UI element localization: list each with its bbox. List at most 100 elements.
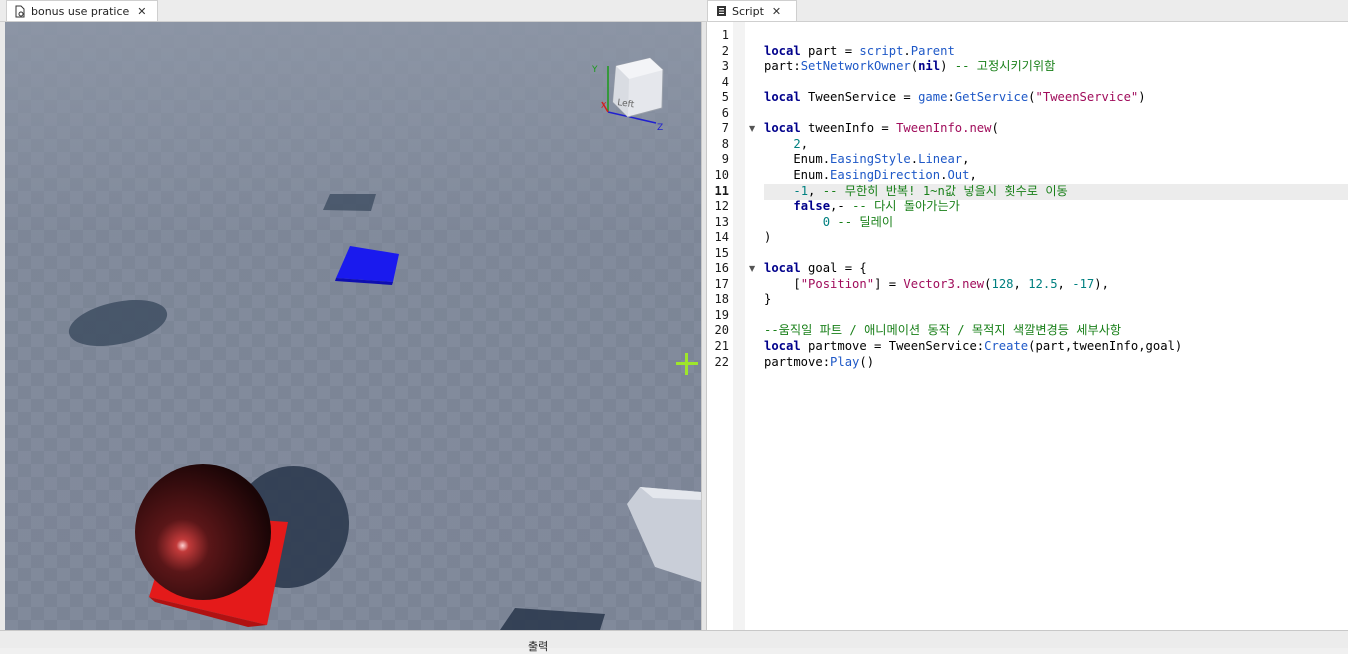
code-token: [ (764, 277, 801, 291)
line-number: 15 (714, 246, 729, 260)
code-token: 12.5 (1028, 277, 1058, 291)
fold-toggle-icon[interactable]: ▼ (749, 121, 759, 136)
code-token: part = (800, 44, 860, 58)
line-number: 8 (721, 137, 729, 151)
code-token: partmove: (764, 355, 831, 369)
code-token: EasingStyle (830, 152, 911, 166)
code-token: ( (991, 121, 999, 135)
code-token: } (764, 292, 772, 306)
code-line[interactable] (764, 28, 1348, 43)
line-number: 3 (721, 59, 729, 73)
code-token: , (808, 184, 823, 198)
close-icon[interactable]: ✕ (772, 5, 781, 18)
code-token: , (969, 168, 977, 182)
code-token: EasingDirection (830, 168, 941, 182)
close-icon[interactable]: ✕ (137, 5, 146, 18)
code-token: ), (1094, 277, 1109, 291)
line-number: 2 (721, 44, 729, 58)
3d-viewport[interactable]: Left Y X Z (5, 22, 701, 630)
code-line[interactable]: local part = script.Parent (764, 44, 1348, 59)
code-token: ] = (874, 277, 904, 291)
code-line[interactable]: Enum.EasingDirection.Out, (764, 168, 1348, 183)
script-document-icon (714, 4, 728, 18)
code-token: 2 (793, 137, 801, 151)
code-line[interactable] (764, 308, 1348, 323)
axis-label-x: X (601, 101, 607, 110)
code-token: ,- (830, 199, 853, 213)
code-line[interactable]: 0 -- 딜레이 (764, 215, 1348, 230)
code-token: . (903, 44, 911, 58)
code-token: part: (764, 59, 801, 73)
line-number: 5 (721, 90, 729, 104)
code-line[interactable]: --움직일 파트 / 애니메이션 동작 / 목적지 색깔변경등 세부사항 (764, 323, 1348, 338)
code-token: , (1013, 277, 1029, 291)
code-line[interactable]: local TweenService = game:GetService("Tw… (764, 90, 1348, 105)
line-number: 22 (714, 355, 729, 369)
code-token: Enum. (764, 152, 831, 166)
code-line[interactable]: local tweenInfo = TweenInfo.new( (764, 121, 1348, 136)
code-token: ( (910, 59, 919, 73)
axis-label-y: Y (591, 65, 598, 75)
code-token: script (859, 44, 904, 58)
code-token: Linear (918, 152, 963, 166)
line-number: 19 (714, 308, 729, 322)
fold-toggle-icon[interactable]: ▼ (749, 261, 759, 276)
code-line[interactable]: Enum.EasingStyle.Linear, (764, 152, 1348, 167)
place-document-icon (13, 4, 27, 18)
code-line[interactable]: local partmove = TweenService:Create(par… (764, 339, 1348, 354)
line-number: 9 (721, 152, 729, 166)
line-number: 21 (714, 339, 729, 353)
code-token: ( (1028, 90, 1036, 104)
code-token: Parent (910, 44, 955, 58)
code-token: tweenInfo = (800, 121, 897, 135)
tab-place-bonus-use-pratice[interactable]: bonus use pratice ✕ (6, 0, 158, 21)
code-line[interactable] (764, 75, 1348, 90)
code-line[interactable]: -1, -- 무한히 반복! 1~n값 넣을시 횟수로 이동 (764, 184, 1348, 199)
code-line[interactable]: false,- -- 다시 돌아가는가 (764, 199, 1348, 214)
code-token: , (800, 137, 809, 151)
line-number: 11 (714, 184, 729, 198)
output-panel-header[interactable]: 출력 (0, 630, 1348, 653)
code-token: : (947, 90, 955, 104)
code-line[interactable]: ) (764, 230, 1348, 245)
line-number: 12 (714, 199, 729, 213)
code-token: partmove = TweenService: (800, 339, 985, 353)
code-token: "TweenService" (1035, 90, 1139, 104)
code-token: . (910, 152, 919, 166)
code-line[interactable]: partmove:Play() (764, 355, 1348, 370)
code-line[interactable]: } (764, 292, 1348, 307)
tab-bar: bonus use pratice ✕ Script ✕ (0, 0, 1348, 22)
code-token: -- 무한히 반복! 1~n값 넣을시 횟수로 이동 (822, 184, 1068, 198)
script-editor[interactable]: 1 2 local part = script.Parent 3 part:SetNet… (707, 22, 1348, 630)
line-number: 18 (714, 292, 729, 306)
code-token: -- 딜레이 (837, 215, 894, 229)
code-token: , (1057, 277, 1073, 291)
code-token: ) (1138, 90, 1146, 104)
tab-script[interactable]: Script ✕ (707, 0, 797, 21)
code-token: , (962, 152, 970, 166)
code-token: local (764, 261, 801, 275)
code-line[interactable] (764, 246, 1348, 261)
line-number: 10 (714, 168, 729, 182)
code-line[interactable]: part:SetNetworkOwner(nil) -- 고정시키기위함 (764, 59, 1348, 74)
code-token: -17 (1072, 277, 1095, 291)
code-line[interactable] (764, 106, 1348, 121)
code-line[interactable]: local goal = { (764, 261, 1348, 276)
line-number: 4 (721, 75, 729, 89)
code-token: "Position" (800, 277, 875, 291)
code-line[interactable]: ["Position"] = Vector3.new(128, 12.5, -1… (764, 277, 1348, 292)
code-line[interactable]: 2, (764, 137, 1348, 152)
code-token: local (764, 339, 801, 353)
sphere-part[interactable] (135, 464, 271, 600)
code-token: () (859, 355, 875, 369)
line-number: 7 (721, 121, 729, 135)
code-token: nil (918, 59, 941, 73)
code-token: goal = { (800, 261, 867, 275)
output-panel-label: 출력 (528, 640, 549, 653)
code-token: local (764, 44, 801, 58)
code-token: TweenService = (800, 90, 919, 104)
